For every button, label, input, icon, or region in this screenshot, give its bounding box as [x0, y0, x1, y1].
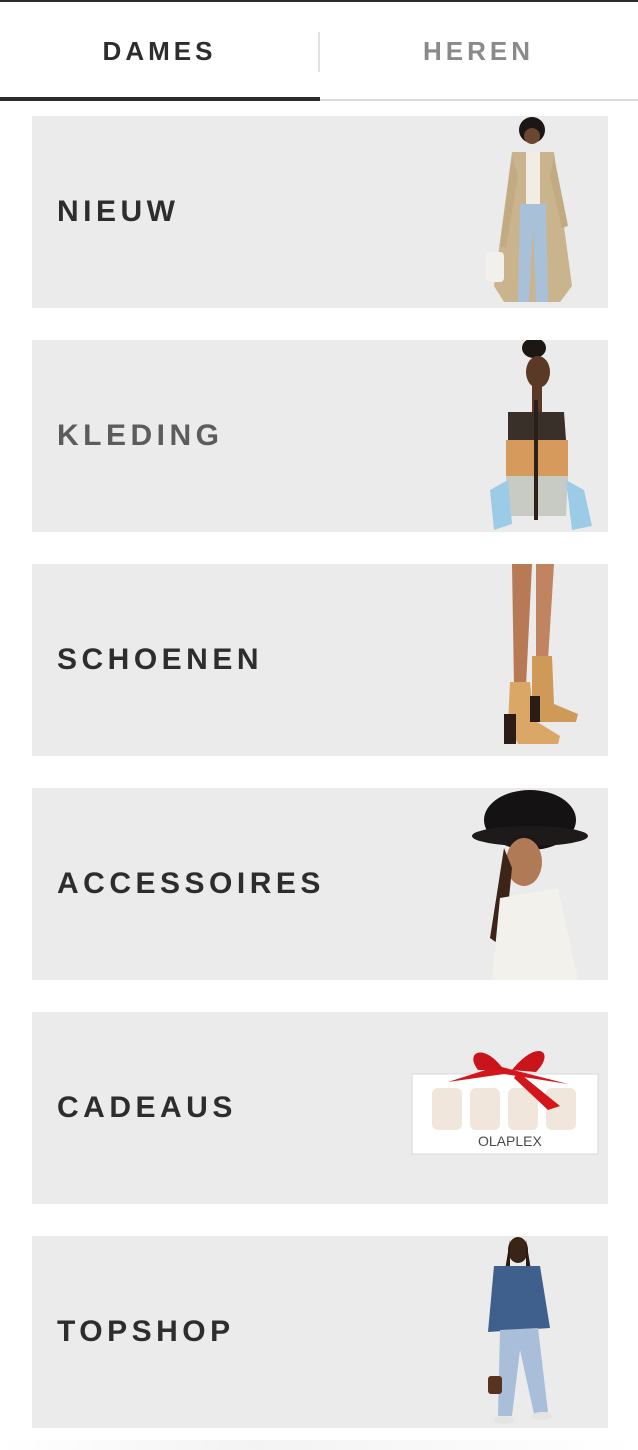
gender-tabs: DAMES HEREN: [0, 2, 638, 101]
category-card-accessoires[interactable]: ACCESSOIRES: [32, 788, 608, 980]
category-card-schoenen[interactable]: SCHOENEN: [32, 564, 608, 756]
model-color-block-image: [490, 340, 592, 530]
category-image-kleding: [408, 340, 608, 532]
category-image-nieuw: [408, 116, 608, 308]
active-tab-indicator: [0, 97, 320, 101]
tan-ankle-boots-image: [504, 564, 578, 744]
category-label: SCHOENEN: [57, 643, 264, 676]
category-image-schoenen: [408, 564, 608, 756]
category-image-accessoires: [408, 788, 608, 980]
gift-brand-text: OLAPLEX: [478, 1133, 542, 1149]
model-denim-jacket-image: [488, 1237, 552, 1424]
category-label: ACCESSOIRES: [57, 867, 325, 900]
category-image-topshop: [408, 1236, 608, 1428]
category-card-cadeaus[interactable]: CADEAUS OLAPLEX: [32, 1012, 608, 1204]
category-card-nieuw[interactable]: NIEUW: [32, 116, 608, 308]
category-label: CADEAUS: [57, 1091, 237, 1124]
category-label: TOPSHOP: [57, 1315, 235, 1348]
model-bucket-hat-image: [472, 790, 588, 980]
page-bottom-edge: [0, 1440, 638, 1450]
gift-box-image: OLAPLEX: [411, 1051, 599, 1155]
tab-dames[interactable]: DAMES: [0, 2, 319, 101]
tab-heren[interactable]: HEREN: [319, 2, 638, 101]
category-card-topshop[interactable]: TOPSHOP: [32, 1236, 608, 1428]
category-card-kleding[interactable]: KLEDING: [32, 340, 608, 532]
category-image-cadeaus: OLAPLEX: [408, 1012, 608, 1204]
category-label: KLEDING: [57, 419, 224, 452]
category-label: NIEUW: [57, 195, 180, 228]
model-trench-coat-image: [486, 117, 572, 302]
